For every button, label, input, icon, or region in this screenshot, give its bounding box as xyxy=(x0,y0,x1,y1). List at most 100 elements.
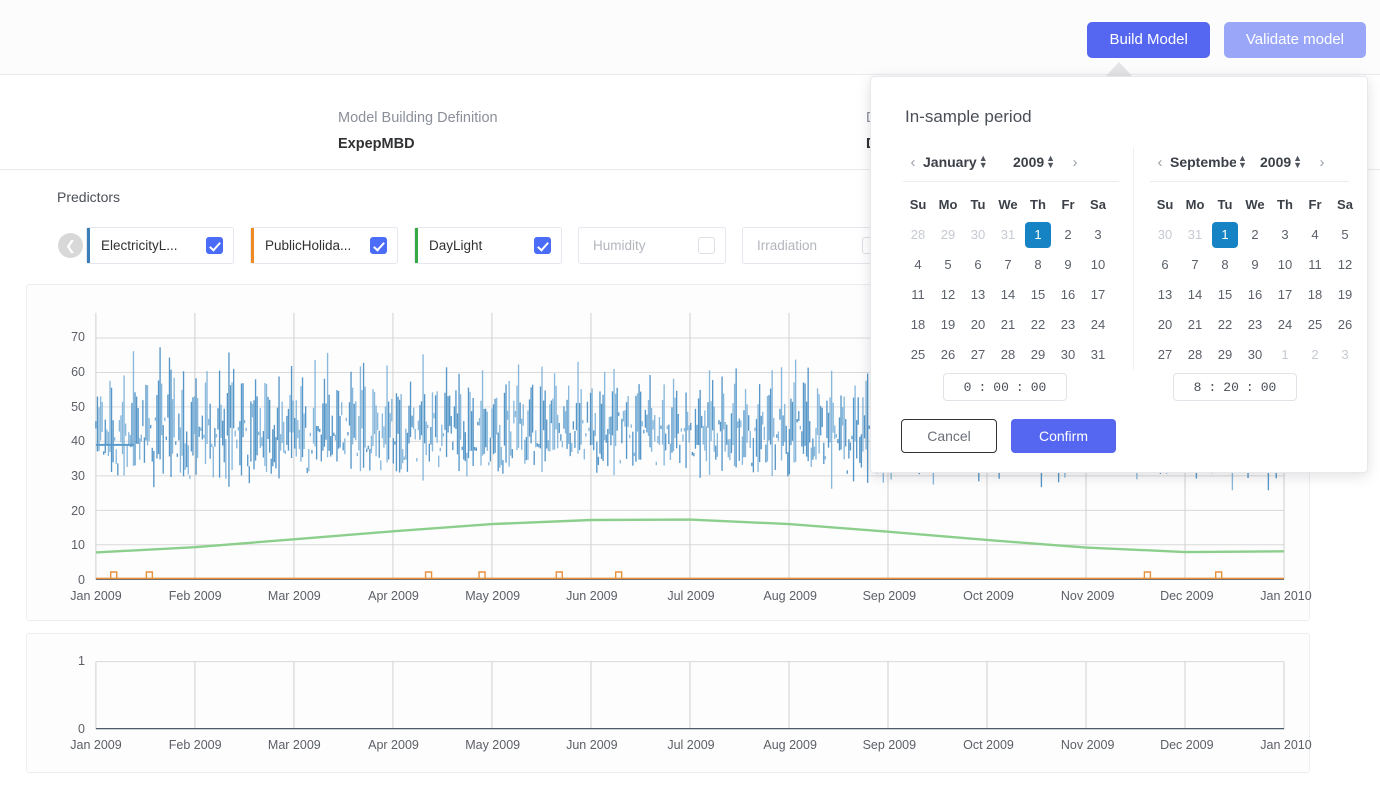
calendar-day[interactable]: 14 xyxy=(1180,280,1210,310)
calendar-day[interactable]: 8 xyxy=(1023,250,1053,280)
calendar-day[interactable]: 2 xyxy=(1240,220,1270,250)
calendar-day[interactable]: 25 xyxy=(1300,310,1330,340)
calendar-day[interactable]: 14 xyxy=(993,280,1023,310)
calendar-day[interactable]: 1 xyxy=(1025,222,1051,248)
calendar-day[interactable]: 1 xyxy=(1270,340,1300,370)
calendar-day[interactable]: 15 xyxy=(1023,280,1053,310)
calendar-day[interactable]: 31 xyxy=(1083,340,1113,370)
calendar-day[interactable]: 1 xyxy=(1212,222,1238,248)
predictor-checkbox[interactable] xyxy=(698,237,715,254)
calendar-day[interactable]: 11 xyxy=(903,280,933,310)
calendar-day[interactable]: 19 xyxy=(1330,280,1360,310)
calendar-day[interactable]: 30 xyxy=(1240,340,1270,370)
calendar-day[interactable]: 4 xyxy=(1300,220,1330,250)
start-time-input[interactable]: 0 : 00 : 00 xyxy=(943,373,1067,401)
calendar-day[interactable]: 30 xyxy=(1053,340,1083,370)
calendar-day[interactable]: 31 xyxy=(993,220,1023,250)
calendar-day[interactable]: 25 xyxy=(903,340,933,370)
calendar-day[interactable]: 16 xyxy=(1053,280,1083,310)
calendar-day[interactable]: 27 xyxy=(1150,340,1180,370)
datepicker-actions: Cancel Confirm xyxy=(901,419,1116,453)
build-model-button[interactable]: Build Model xyxy=(1087,22,1210,58)
calendar-day[interactable]: 20 xyxy=(1150,310,1180,340)
calendar-day[interactable]: 27 xyxy=(963,340,993,370)
calendar-day[interactable]: 12 xyxy=(1330,250,1360,280)
calendar-day[interactable]: 5 xyxy=(933,250,963,280)
calendar-day[interactable]: 13 xyxy=(1150,280,1180,310)
calendar-day[interactable]: 28 xyxy=(993,340,1023,370)
calendar-day[interactable]: 30 xyxy=(1150,220,1180,250)
predictor-chip[interactable]: Humidity xyxy=(578,227,726,264)
confirm-button[interactable]: Confirm xyxy=(1011,419,1116,453)
calendar-day[interactable]: 24 xyxy=(1083,310,1113,340)
calendar-day[interactable]: 29 xyxy=(1023,340,1053,370)
calendar-day[interactable]: 6 xyxy=(963,250,993,280)
calendar-day[interactable]: 29 xyxy=(933,220,963,250)
calendar-day[interactable]: 18 xyxy=(1300,280,1330,310)
calendar-day[interactable]: 28 xyxy=(1180,340,1210,370)
predictor-checkbox[interactable] xyxy=(534,237,551,254)
calendar-day[interactable]: 12 xyxy=(933,280,963,310)
cancel-button[interactable]: Cancel xyxy=(901,419,997,453)
calendar-day[interactable]: 22 xyxy=(1023,310,1053,340)
predictor-chip[interactable]: ElectricityL... xyxy=(86,227,234,264)
end-time-seconds: 00 xyxy=(1260,379,1277,395)
prev-month-icon-end[interactable]: ‹ xyxy=(1150,154,1170,171)
calendar-day[interactable]: 11 xyxy=(1300,250,1330,280)
calendar-day[interactable]: 7 xyxy=(1180,250,1210,280)
next-month-icon-end[interactable]: › xyxy=(1312,154,1332,171)
year-select-end[interactable]: 2009 ▲ ▼ xyxy=(1260,154,1312,170)
calendar-day[interactable]: 9 xyxy=(1053,250,1083,280)
calendar-day[interactable]: 19 xyxy=(933,310,963,340)
chevron-left-icon[interactable]: ❮ xyxy=(58,233,83,258)
calendar-day[interactable]: 24 xyxy=(1270,310,1300,340)
calendar-day[interactable]: 26 xyxy=(1330,310,1360,340)
calendar-day[interactable]: 23 xyxy=(1053,310,1083,340)
calendar-day[interactable]: 30 xyxy=(963,220,993,250)
calendar-day[interactable]: 23 xyxy=(1240,310,1270,340)
predictor-chip[interactable]: PublicHolida... xyxy=(250,227,398,264)
calendar-day[interactable]: 2 xyxy=(1053,220,1083,250)
end-time-input[interactable]: 8 : 20 : 00 xyxy=(1173,373,1297,401)
calendar-day[interactable]: 10 xyxy=(1083,250,1113,280)
calendar-day[interactable]: 4 xyxy=(903,250,933,280)
calendar-day[interactable]: 26 xyxy=(933,340,963,370)
calendar-day[interactable]: 3 xyxy=(1083,220,1113,250)
predictor-chip[interactable]: Irradiation xyxy=(742,227,890,264)
calendar-dow: Th xyxy=(1030,197,1046,212)
calendar-day[interactable]: 6 xyxy=(1150,250,1180,280)
calendar-day[interactable]: 21 xyxy=(1180,310,1210,340)
next-month-icon-start[interactable]: › xyxy=(1065,154,1085,171)
prev-month-icon-start[interactable]: ‹ xyxy=(903,154,923,171)
calendar-day[interactable]: 9 xyxy=(1240,250,1270,280)
calendar-day[interactable]: 3 xyxy=(1330,340,1360,370)
calendar-day[interactable]: 16 xyxy=(1240,280,1270,310)
month-select-start[interactable]: January ▲ ▼ xyxy=(923,154,1007,170)
calendar-day[interactable]: 3 xyxy=(1270,220,1300,250)
calendar-day[interactable]: 15 xyxy=(1210,280,1240,310)
month-select-end[interactable]: September ▲ ▼ xyxy=(1170,154,1254,170)
calendar-day[interactable]: 31 xyxy=(1180,220,1210,250)
predictor-chip[interactable]: DayLight xyxy=(414,227,562,264)
calendar-day[interactable]: 2 xyxy=(1300,340,1330,370)
calendar-day[interactable]: 17 xyxy=(1270,280,1300,310)
calendar-day[interactable]: 29 xyxy=(1210,340,1240,370)
calendar-day[interactable]: 8 xyxy=(1210,250,1240,280)
year-select-start[interactable]: 2009 ▲ ▼ xyxy=(1013,154,1065,170)
calendar-day[interactable]: 21 xyxy=(993,310,1023,340)
calendar-day[interactable]: 28 xyxy=(903,220,933,250)
calendar-dow: Sa xyxy=(1337,197,1353,212)
validate-model-button[interactable]: Validate model xyxy=(1223,22,1366,58)
calendar-day[interactable]: 10 xyxy=(1270,250,1300,280)
predictor-checkbox[interactable] xyxy=(370,237,387,254)
calendar-day[interactable]: 20 xyxy=(963,310,993,340)
predictor-checkbox[interactable] xyxy=(206,237,223,254)
calendar-day[interactable]: 17 xyxy=(1083,280,1113,310)
calendar-day[interactable]: 18 xyxy=(903,310,933,340)
predictor-chip-label: Irradiation xyxy=(757,238,818,253)
calendar-day[interactable]: 22 xyxy=(1210,310,1240,340)
calendar-day[interactable]: 7 xyxy=(993,250,1023,280)
calendar-day[interactable]: 13 xyxy=(963,280,993,310)
calendar-day[interactable]: 5 xyxy=(1330,220,1360,250)
predictor-color-bar xyxy=(87,228,90,263)
